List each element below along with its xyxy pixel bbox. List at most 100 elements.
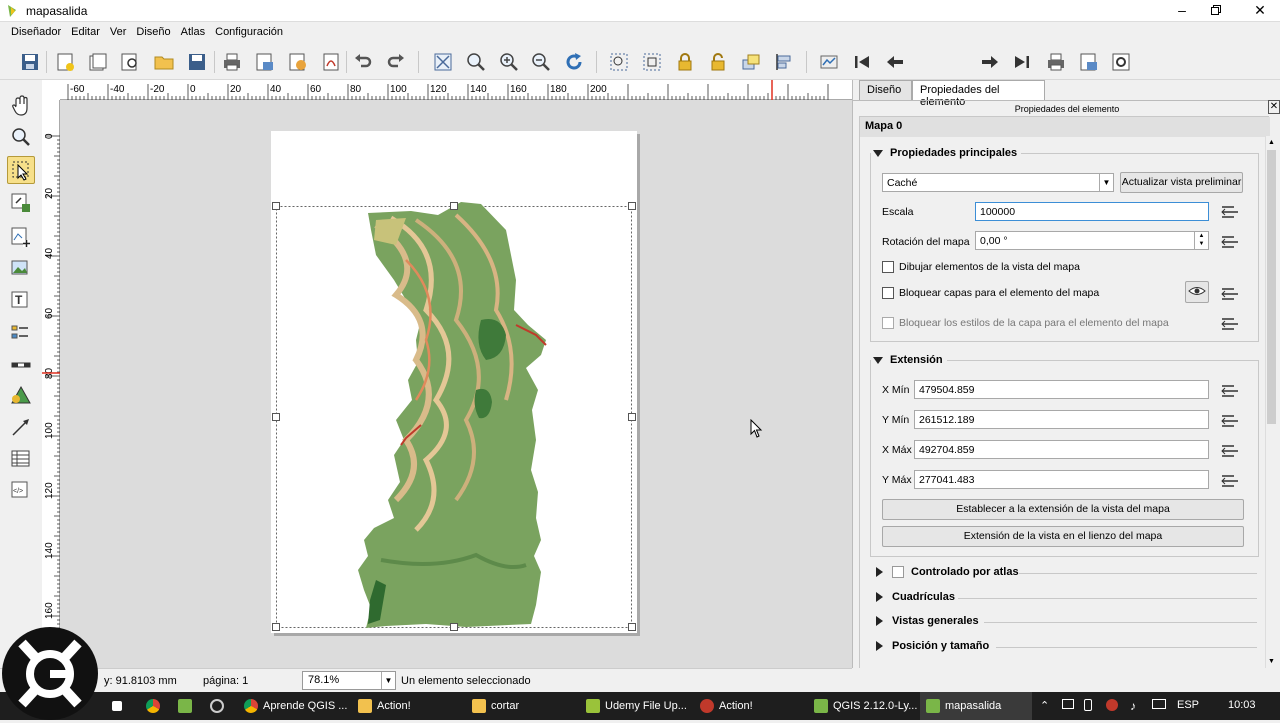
lock-styles-checkbox[interactable] [882, 317, 894, 329]
zoom-out-icon[interactable] [528, 49, 554, 75]
visibility-presets-button[interactable] [1185, 281, 1209, 303]
resize-handle-ml[interactable] [272, 413, 280, 421]
atlas-controlled-section[interactable]: Controlado por atlas [876, 566, 1257, 578]
data-defined-override-icon[interactable] [1220, 204, 1240, 220]
add-legend-icon[interactable] [7, 319, 35, 347]
tab-propiedades-elemento[interactable]: Propiedades del elemento [912, 80, 1045, 108]
lock-layers-checkbox[interactable] [882, 287, 894, 299]
data-defined-override-icon[interactable] [1220, 413, 1240, 429]
redo-icon[interactable] [383, 49, 409, 75]
tray-arrow-icon[interactable]: ⌃ [1040, 699, 1049, 712]
add-image-icon[interactable] [7, 255, 35, 283]
scroll-up-icon[interactable]: ▲ [1267, 139, 1276, 146]
clock[interactable]: 10:03 [1228, 699, 1256, 711]
chrome-icon[interactable] [146, 692, 168, 720]
close-icon[interactable]: ✕ [1268, 100, 1280, 114]
add-html-frame-icon[interactable]: </> [7, 477, 35, 505]
zoom-actual-icon[interactable] [463, 49, 489, 75]
save-template-icon[interactable] [184, 49, 210, 75]
set-to-view-extent-button[interactable]: Establecer a la extensión de la vista de… [882, 499, 1244, 520]
volume-icon[interactable]: ♪ [1130, 699, 1136, 713]
zoom-full-icon[interactable] [430, 49, 456, 75]
ungroup-icon[interactable] [639, 49, 665, 75]
task-udemy[interactable]: Udemy File Up... [580, 692, 692, 720]
data-defined-override-icon[interactable] [1220, 234, 1240, 250]
move-content-icon[interactable] [7, 189, 35, 217]
menu-atlas[interactable]: Atlas [176, 22, 210, 43]
refresh-icon[interactable] [561, 49, 587, 75]
maximize-button[interactable] [1196, 0, 1236, 22]
new-composer-icon[interactable] [52, 49, 78, 75]
task-qgis[interactable]: QGIS 2.12.0-Ly... [808, 692, 920, 720]
data-defined-override-icon[interactable] [1220, 383, 1240, 399]
task-mapasalida[interactable]: mapasalida [920, 692, 1032, 720]
antivirus-icon[interactable] [1106, 699, 1118, 711]
ymin-input[interactable]: 261512.189 [914, 410, 1209, 429]
add-map-icon[interactable] [7, 223, 35, 251]
xmax-input[interactable]: 492704.859 [914, 440, 1209, 459]
resize-handle-tl[interactable] [272, 202, 280, 210]
zoom-tool-icon[interactable] [7, 123, 35, 151]
task-aprende-qgis[interactable]: Aprende QGIS ... [238, 692, 350, 720]
resize-handle-mr[interactable] [628, 413, 636, 421]
task-action-1[interactable]: Action! [352, 692, 464, 720]
main-properties-header[interactable]: Propiedades principales [871, 147, 1022, 159]
group-icon[interactable] [606, 49, 632, 75]
atlas-preview-icon[interactable] [816, 49, 842, 75]
task-action-2[interactable]: Action! [694, 692, 806, 720]
view-extent-in-canvas-button[interactable]: Extensión de la vista en el lienzo del m… [882, 526, 1244, 547]
cache-mode-select[interactable]: Caché ▼ [882, 173, 1114, 192]
update-preview-button[interactable]: Actualizar vista preliminar [1120, 172, 1243, 193]
scale-input[interactable]: 100000 [975, 202, 1209, 221]
print-icon[interactable] [219, 49, 245, 75]
add-shape-icon[interactable] [7, 382, 35, 410]
tab-diseno[interactable]: Diseño [859, 80, 912, 100]
export-pdf-icon[interactable] [318, 49, 344, 75]
data-defined-override-icon[interactable] [1220, 443, 1240, 459]
export-svg-icon[interactable] [285, 49, 311, 75]
draw-items-checkbox[interactable] [882, 261, 894, 273]
task-cortar[interactable]: cortar [466, 692, 578, 720]
grids-section[interactable]: Cuadrículas [876, 591, 1257, 603]
scroll-down-icon[interactable]: ▼ [1267, 658, 1276, 665]
resize-handle-tr[interactable] [628, 202, 636, 210]
composer-manager-icon[interactable] [117, 49, 143, 75]
pan-hand-icon[interactable] [7, 92, 35, 120]
raise-items-icon[interactable] [738, 49, 764, 75]
previous-feature-icon[interactable] [882, 49, 908, 75]
select-move-item-icon[interactable] [7, 156, 35, 184]
first-feature-icon[interactable] [849, 49, 875, 75]
map-item[interactable] [276, 200, 638, 632]
extent-header[interactable]: Extensión [871, 354, 947, 366]
resize-handle-tc[interactable] [450, 202, 458, 210]
language-indicator[interactable]: ESP [1177, 699, 1199, 711]
add-scalebar-icon[interactable] [7, 351, 35, 379]
export-atlas-icon[interactable] [1076, 49, 1102, 75]
resize-handle-bc[interactable] [450, 623, 458, 631]
menu-diseno[interactable]: Diseño [131, 22, 175, 43]
ymax-input[interactable]: 277041.483 [914, 470, 1209, 489]
undo-icon[interactable] [350, 49, 376, 75]
unlock-icon[interactable] [705, 49, 731, 75]
export-image-icon[interactable] [252, 49, 278, 75]
chevron-down-icon[interactable]: ▼ [1099, 174, 1113, 191]
save-icon[interactable] [17, 49, 43, 75]
position-size-section[interactable]: Posición y tamaño [876, 640, 1257, 652]
battery-icon[interactable] [1084, 699, 1092, 711]
properties-scrollbar[interactable]: ▲ ▼ [1265, 136, 1276, 668]
data-defined-override-icon[interactable] [1220, 286, 1240, 302]
chevron-down-icon[interactable]: ▼ [381, 672, 395, 689]
duplicate-composer-icon[interactable] [85, 49, 111, 75]
spin-arrows-icon[interactable]: ▲ ▼ [1194, 232, 1208, 249]
resize-handle-br[interactable] [628, 623, 636, 631]
atlas-settings-icon[interactable] [1108, 49, 1134, 75]
file-explorer-icon[interactable] [112, 692, 134, 720]
notifications-icon[interactable] [1152, 699, 1166, 709]
xmin-input[interactable]: 479504.859 [914, 380, 1209, 399]
last-feature-icon[interactable] [1009, 49, 1035, 75]
next-feature-icon[interactable] [977, 49, 1003, 75]
menu-ver[interactable]: Ver [105, 22, 132, 43]
add-arrow-icon[interactable] [7, 413, 35, 441]
zoom-in-icon[interactable] [496, 49, 522, 75]
sync-icon[interactable] [210, 692, 232, 720]
